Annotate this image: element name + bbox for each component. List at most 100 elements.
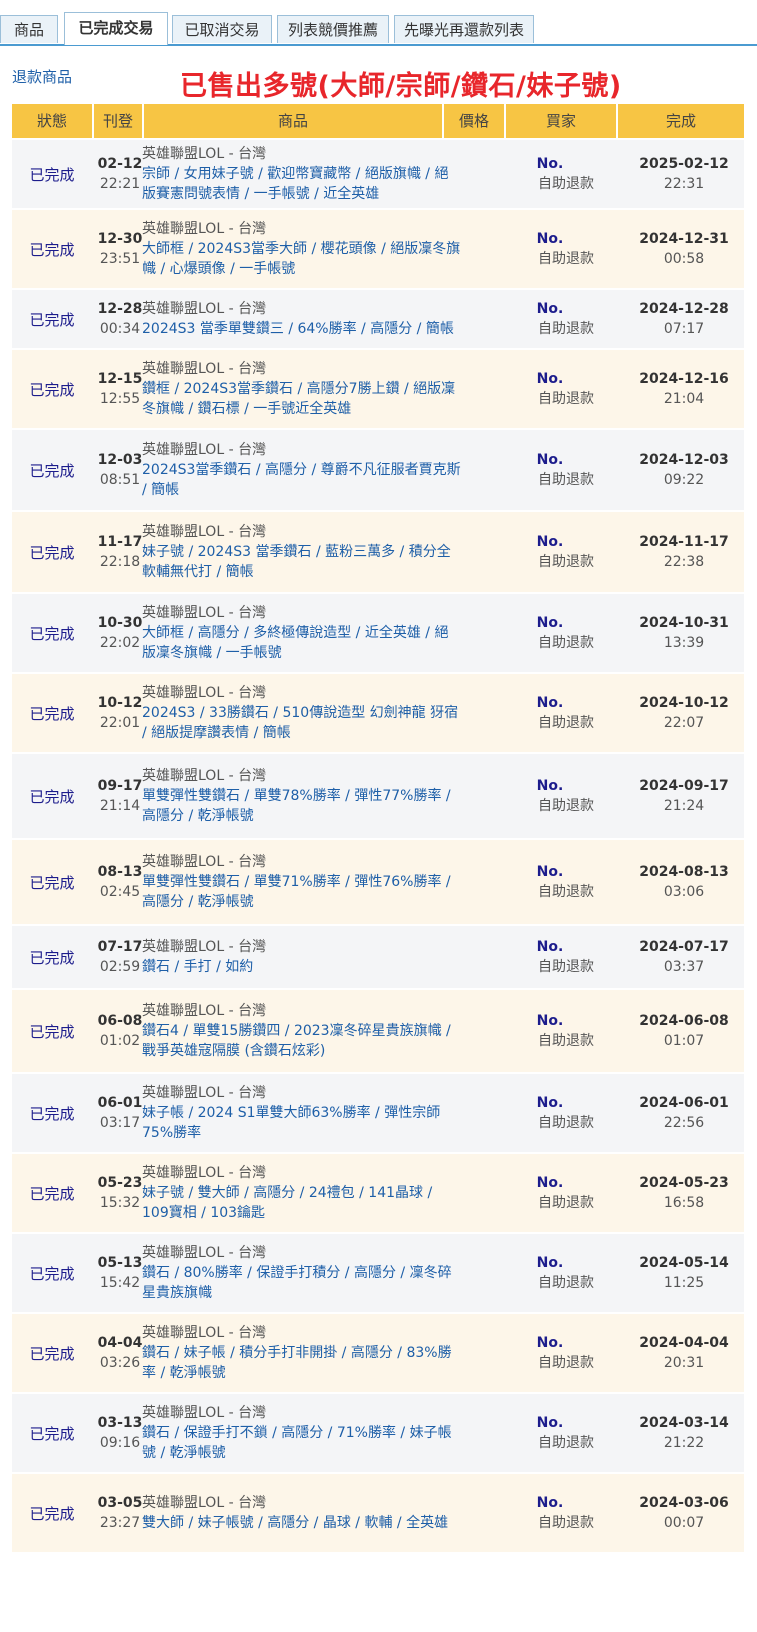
product-link[interactable]: 鑽石4 / 單雙15勝鑽四 / 2023凜冬碎星貴族旗幟 / 戰爭英雄寇隔膜 (… — [142, 1021, 462, 1061]
product-link[interactable]: 鑽框 / 2024S3當季鑽石 / 高隱分7勝上鑽 / 絕版凜冬旗幟 / 鑽石標… — [142, 379, 462, 419]
buyer-name: 自助退款 — [538, 1355, 594, 1371]
product-game: 英雄聯盟LOL - 台灣 — [142, 361, 267, 377]
product-link[interactable]: 妹子號 / 2024S3 當季鑽石 / 藍粉三萬多 / 積分全軟輔無代打 / 簡… — [142, 542, 462, 582]
product-link[interactable]: 鑽石 / 妹子帳 / 積分手打非開掛 / 高隱分 / 83%勝率 / 乾淨帳號 — [142, 1343, 462, 1383]
buyer-number[interactable]: No. — [500, 862, 600, 882]
completed-date: 2024-11-17 — [639, 534, 729, 550]
listed-date: 05-23 — [97, 1175, 143, 1191]
table-row: 已完成 11-17 22:18 英雄聯盟LOL - 台灣 妹子號 / 2024S3 當季… — [12, 512, 744, 592]
buyer-number[interactable]: No. — [500, 1253, 600, 1273]
listed-date: 06-01 — [97, 1095, 143, 1111]
buyer-cell: No. 自助退款 — [500, 937, 632, 977]
product-link[interactable]: 鑽石 / 80%勝率 / 保證手打積分 / 高隱分 / 凜冬碎星貴族旗幟 — [142, 1263, 462, 1303]
completed-clock: 13:39 — [663, 635, 705, 651]
buyer-number[interactable]: No. — [500, 1493, 600, 1513]
completed-date: 2024-05-23 — [639, 1175, 729, 1191]
tab-completed[interactable]: 已完成交易 — [64, 12, 168, 45]
listed-time: 10-30 22:02 — [94, 613, 146, 653]
completed-clock: 21:04 — [663, 391, 705, 407]
buyer-number[interactable]: No. — [500, 154, 600, 174]
completed-time: 2024-06-08 01:07 — [624, 1011, 744, 1051]
buyer-number[interactable]: No. — [500, 1093, 600, 1113]
tab-bid-recommend[interactable]: 列表競價推薦 — [277, 15, 389, 43]
tab-bar: 商品 已完成交易 已取消交易 列表競價推薦 先曝光再還款列表 — [0, 0, 757, 46]
completed-date: 2024-12-28 — [639, 301, 729, 317]
product-cell: 英雄聯盟LOL - 台灣 鑽石4 / 單雙15勝鑽四 / 2023凜冬碎星貴族旗幟… — [142, 1001, 462, 1061]
product-game: 英雄聯盟LOL - 台灣 — [142, 605, 267, 621]
status-label: 已完成 — [29, 788, 75, 806]
buyer-number[interactable]: No. — [500, 532, 600, 552]
buyer-number[interactable]: No. — [500, 613, 600, 633]
buyer-number[interactable]: No. — [500, 229, 600, 249]
completed-time: 2024-05-14 11:25 — [624, 1253, 744, 1293]
buyer-cell: No. 自助退款 — [500, 1253, 632, 1293]
refund-products-link[interactable]: 退款商品 — [12, 66, 72, 87]
buyer-number[interactable]: No. — [500, 937, 600, 957]
completed-date: 2024-10-12 — [639, 695, 729, 711]
buyer-cell: No. 自助退款 — [500, 613, 632, 653]
product-link[interactable]: 2024S3當季鑽石 / 高隱分 / 尊爵不凡征服者賈克斯 / 簡帳 — [142, 460, 462, 500]
table-row: 已完成 05-13 15:42 英雄聯盟LOL - 台灣 鑽石 / 80%勝率 / 保證… — [12, 1234, 744, 1312]
buyer-number[interactable]: No. — [500, 450, 600, 470]
product-link[interactable]: 宗師 / 女用妹子號 / 歡迎幣寶藏幣 / 絕版旗幟 / 絕版賽憲問號表情 / … — [142, 164, 462, 204]
product-link[interactable]: 2024S3 當季單雙鑽三 / 64%勝率 / 高隱分 / 簡帳 — [142, 319, 462, 339]
listed-time: 05-23 15:32 — [94, 1173, 146, 1213]
buyer-name: 自助退款 — [538, 251, 594, 267]
buyer-cell: No. 自助退款 — [500, 299, 632, 339]
listed-clock: 22:02 — [99, 635, 141, 651]
product-link[interactable]: 單雙彈性雙鑽石 / 單雙78%勝率 / 彈性77%勝率 / 高隱分 / 乾淨帳號 — [142, 786, 462, 826]
completed-time: 2024-05-23 16:58 — [624, 1173, 744, 1213]
completed-clock: 00:07 — [663, 1515, 705, 1531]
tab-products[interactable]: 商品 — [0, 15, 58, 43]
listed-date: 03-05 — [97, 1495, 143, 1511]
product-link[interactable]: 2024S3 / 33勝鑽石 / 510傳說造型 幻劍神龍 犽宿 / 絕版提摩讚… — [142, 703, 462, 743]
product-game: 英雄聯盟LOL - 台灣 — [142, 768, 267, 784]
product-link[interactable]: 大師框 / 2024S3當季大師 / 櫻花頭像 / 絕版凜冬旗幟 / 心爆頭像 … — [142, 239, 462, 279]
buyer-number[interactable]: No. — [500, 1413, 600, 1433]
product-link[interactable]: 妹子帳 / 2024 S1單雙大師63%勝率 / 彈性宗師75%勝率 — [142, 1103, 462, 1143]
listed-clock: 03:26 — [99, 1355, 141, 1371]
buyer-number[interactable]: No. — [500, 299, 600, 319]
listed-clock: 09:16 — [99, 1435, 141, 1451]
buyer-number[interactable]: No. — [500, 1173, 600, 1193]
buyer-number[interactable]: No. — [500, 776, 600, 796]
buyer-cell: No. 自助退款 — [500, 369, 632, 409]
buyer-number[interactable]: No. — [500, 693, 600, 713]
buyer-name: 自助退款 — [538, 715, 594, 731]
table-row: 已完成 12-03 08:51 英雄聯盟LOL - 台灣 2024S3當季鑽石 / 高隱… — [12, 430, 744, 510]
listed-clock: 23:51 — [99, 251, 141, 267]
product-link[interactable]: 大師框 / 高隱分 / 多終極傳說造型 / 近全英雄 / 絕版凜冬旗幟 / 一手… — [142, 623, 462, 663]
product-link[interactable]: 鑽石 / 手打 / 如約 — [142, 957, 462, 977]
status-label: 已完成 — [29, 1265, 75, 1283]
buyer-number[interactable]: No. — [500, 1011, 600, 1031]
table-row: 已完成 12-15 12:55 英雄聯盟LOL - 台灣 鑽框 / 2024S3當季鑽石… — [12, 350, 744, 428]
product-link[interactable]: 妹子號 / 雙大師 / 高隱分 / 24禮包 / 141晶球 / 109寶相 /… — [142, 1183, 462, 1223]
buyer-cell: No. 自助退款 — [500, 862, 632, 902]
status-label: 已完成 — [29, 1105, 75, 1123]
product-link[interactable]: 鑽石 / 保證手打不鎖 / 高隱分 / 71%勝率 / 妹子帳號 / 乾淨帳號 — [142, 1423, 462, 1463]
product-game: 英雄聯盟LOL - 台灣 — [142, 1325, 267, 1341]
status-label: 已完成 — [29, 241, 75, 259]
tab-expose-refund[interactable]: 先曝光再還款列表 — [394, 15, 534, 43]
listed-time: 06-01 03:17 — [94, 1093, 146, 1133]
product-cell: 英雄聯盟LOL - 台灣 2024S3 / 33勝鑽石 / 510傳說造型 幻劍神… — [142, 683, 462, 743]
status-label: 已完成 — [29, 381, 75, 399]
buyer-number[interactable]: No. — [500, 369, 600, 389]
buyer-number[interactable]: No. — [500, 1333, 600, 1353]
product-game: 英雄聯盟LOL - 台灣 — [142, 146, 267, 162]
completed-time: 2024-06-01 22:56 — [624, 1093, 744, 1133]
listed-clock: 15:42 — [99, 1275, 141, 1291]
tab-cancelled[interactable]: 已取消交易 — [172, 15, 272, 43]
completed-clock: 07:17 — [663, 321, 705, 337]
product-link[interactable]: 雙大師 / 妹子帳號 / 高隱分 / 晶球 / 軟輔 / 全英雄 — [142, 1513, 462, 1533]
product-cell: 英雄聯盟LOL - 台灣 妹子號 / 2024S3 當季鑽石 / 藍粉三萬多 / … — [142, 522, 462, 582]
product-cell: 英雄聯盟LOL - 台灣 2024S3 當季單雙鑽三 / 64%勝率 / 高隱分 … — [142, 299, 462, 339]
status-label: 已完成 — [29, 462, 75, 480]
product-cell: 英雄聯盟LOL - 台灣 鑽石 / 保證手打不鎖 / 高隱分 / 71%勝率 / … — [142, 1403, 462, 1463]
product-link[interactable]: 單雙彈性雙鑽石 / 單雙71%勝率 / 彈性76%勝率 / 高隱分 / 乾淨帳號 — [142, 872, 462, 912]
product-game: 英雄聯盟LOL - 台灣 — [142, 939, 267, 955]
listed-time: 10-12 22:01 — [94, 693, 146, 733]
product-cell: 英雄聯盟LOL - 台灣鑽石 / 妹子帳 / 積分手打非開掛 / 高隱分 / 8… — [142, 1323, 462, 1383]
listed-date: 05-13 — [97, 1255, 143, 1271]
buyer-cell: No. 自助退款 — [500, 693, 632, 733]
